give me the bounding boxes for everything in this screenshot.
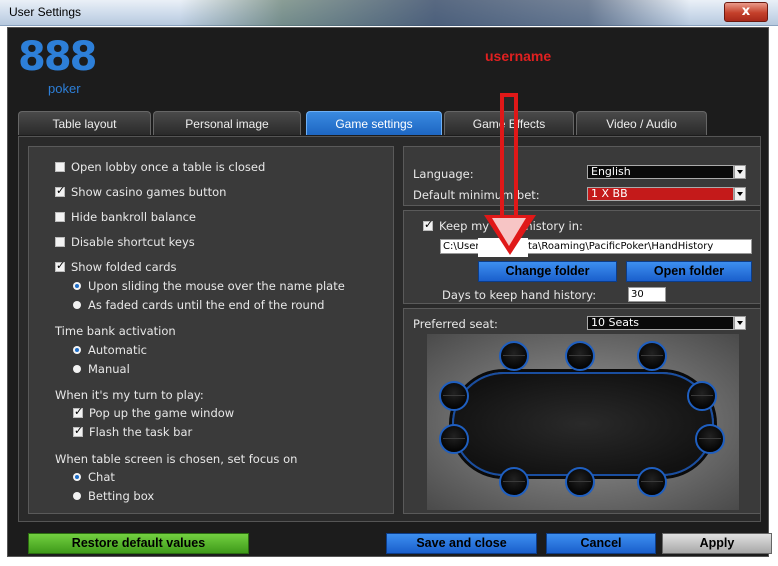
apply-button[interactable]: Apply — [662, 533, 772, 554]
time-bank-automatic[interactable]: Automatic — [73, 343, 147, 357]
cancel-button[interactable]: Cancel — [546, 533, 656, 554]
tab-table-layout[interactable]: Table layout — [18, 111, 151, 135]
username-label: username — [485, 48, 552, 64]
annotation-arrow-icon — [500, 93, 518, 219]
time-bank-heading: Time bank activation — [55, 324, 176, 338]
radio-icon[interactable] — [73, 282, 81, 290]
seat-10[interactable] — [439, 381, 469, 411]
seat-6[interactable] — [637, 467, 667, 497]
tab-game-settings[interactable]: Game settings — [306, 111, 442, 135]
my-turn-heading: When it's my turn to play: — [55, 388, 204, 402]
min-bet-label: Default minimum bet: — [413, 188, 540, 202]
title-bar: User Settings x — [0, 0, 778, 26]
save-and-close-button[interactable]: Save and close — [386, 533, 537, 554]
logo-number: 888 — [18, 34, 97, 80]
seat-5[interactable] — [695, 424, 725, 454]
days-keep-label: Days to keep hand history: — [442, 288, 597, 302]
table-felt — [452, 372, 714, 476]
focus-chat-option[interactable]: Chat — [73, 470, 115, 484]
radio-icon[interactable] — [73, 365, 81, 373]
focus-betting-option[interactable]: Betting box — [73, 489, 154, 503]
seat-count-select[interactable]: 10 Seats — [587, 316, 746, 330]
seat-7[interactable] — [565, 467, 595, 497]
title-bar-background — [180, 0, 690, 26]
window-title: User Settings — [9, 5, 82, 19]
checkbox-icon[interactable] — [55, 259, 65, 272]
user-settings-window: User Settings x 888 poker username Table… — [0, 0, 778, 566]
seat-1[interactable] — [499, 341, 529, 371]
min-bet-select[interactable]: 1 X BB — [587, 187, 746, 201]
language-select[interactable]: English — [587, 165, 746, 179]
restore-defaults-button[interactable]: Restore default values — [28, 533, 249, 554]
seat-9[interactable] — [439, 424, 469, 454]
folded-mouseover-option[interactable]: Upon sliding the mouse over the name pla… — [73, 279, 345, 293]
checkbox-icon[interactable] — [73, 405, 83, 418]
dropdown-arrow-icon[interactable] — [734, 187, 746, 201]
checkbox-icon[interactable] — [55, 184, 65, 197]
radio-icon[interactable] — [73, 346, 81, 354]
tab-personal-image[interactable]: Personal image — [153, 111, 301, 135]
language-label: Language: — [413, 167, 474, 181]
preferred-seat-label: Preferred seat: — [413, 317, 498, 331]
seat-4[interactable] — [687, 381, 717, 411]
popup-window-option[interactable]: Pop up the game window — [73, 405, 234, 420]
dropdown-arrow-icon[interactable] — [734, 165, 746, 179]
close-icon: x — [741, 4, 751, 19]
poker-table-preview — [427, 334, 739, 510]
logo-word: poker — [48, 81, 81, 96]
hide-bankroll-option[interactable]: Hide bankroll balance — [55, 210, 196, 224]
show-folded-option[interactable]: Show folded cards — [55, 259, 176, 274]
seat-2[interactable] — [565, 341, 595, 371]
flash-taskbar-option[interactable]: Flash the task bar — [73, 424, 192, 439]
open-lobby-option[interactable]: Open lobby once a table is closed — [55, 160, 265, 174]
days-keep-field[interactable]: 30 — [628, 287, 666, 302]
disable-shortcuts-option[interactable]: Disable shortcut keys — [55, 235, 195, 249]
radio-icon[interactable] — [73, 301, 81, 309]
radio-icon[interactable] — [73, 492, 81, 500]
radio-icon[interactable] — [73, 473, 81, 481]
dropdown-arrow-icon[interactable] — [734, 316, 746, 330]
open-folder-button[interactable]: Open folder — [626, 261, 752, 282]
annotation-arrow-head-inner — [492, 218, 526, 246]
checkbox-icon[interactable] — [55, 212, 65, 222]
seat-3[interactable] — [637, 341, 667, 371]
checkbox-icon[interactable] — [55, 162, 65, 172]
checkbox-icon[interactable] — [55, 237, 65, 247]
focus-heading: When table screen is chosen, set focus o… — [55, 452, 298, 466]
888-poker-logo: 888 poker — [18, 34, 98, 100]
show-casino-option[interactable]: Show casino games button — [55, 184, 226, 199]
time-bank-manual[interactable]: Manual — [73, 362, 130, 376]
checkbox-icon[interactable] — [73, 424, 83, 437]
seat-8[interactable] — [499, 467, 529, 497]
folded-faded-option[interactable]: As faded cards until the end of the roun… — [73, 298, 324, 312]
checkbox-icon[interactable] — [423, 218, 433, 231]
change-folder-button[interactable]: Change folder — [478, 261, 617, 282]
tab-video-audio[interactable]: Video / Audio — [576, 111, 707, 135]
close-button[interactable]: x — [724, 2, 768, 22]
